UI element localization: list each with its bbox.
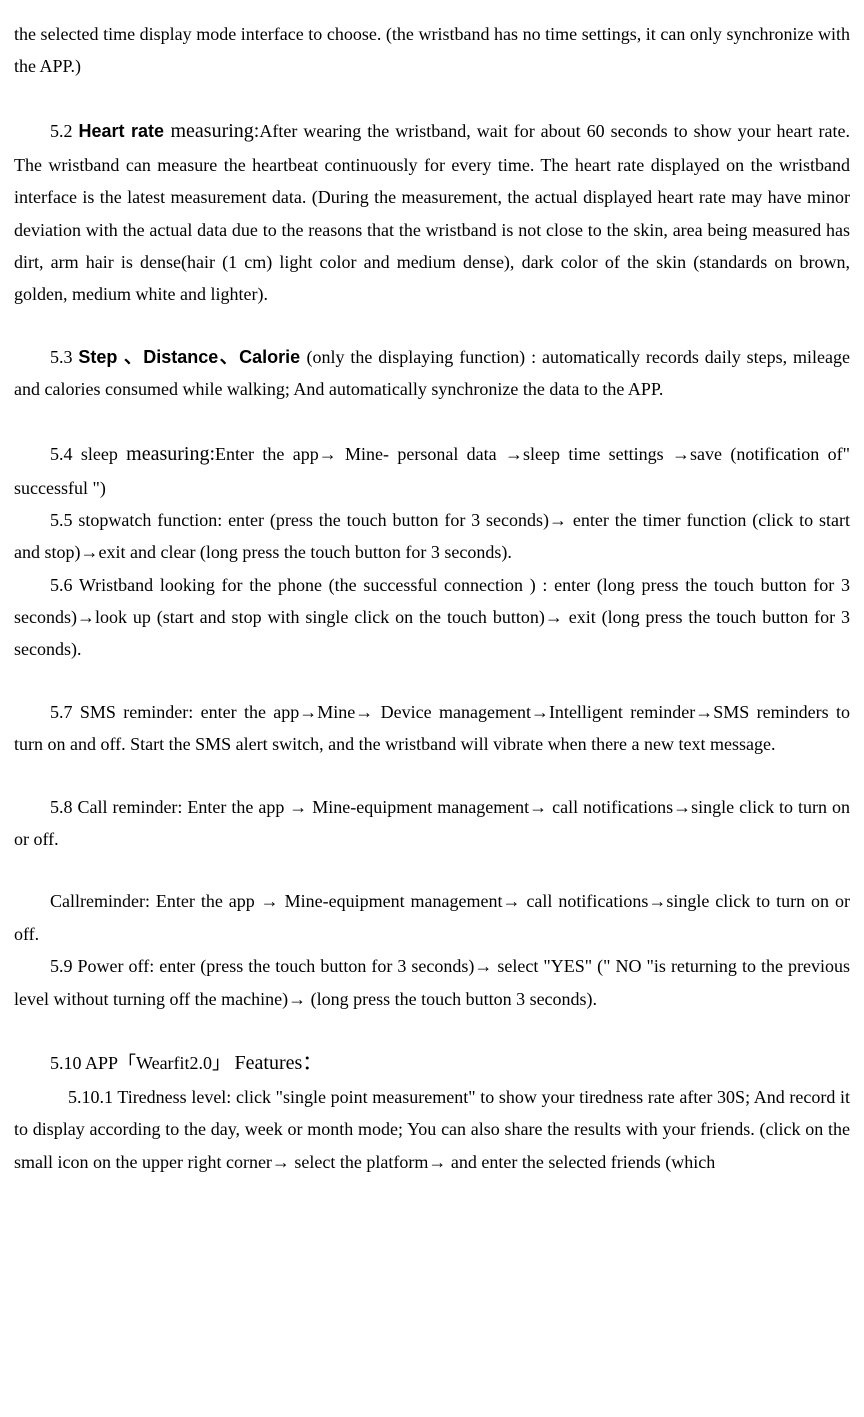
section-5-10-word: Features： <box>235 1052 323 1074</box>
section-5-6: 5.6 Wristband looking for the phone (the… <box>14 569 850 666</box>
section-5-3-bold: Step 、Distance、Calorie <box>78 347 306 367</box>
section-5-2: 5.2 Heart rate measuring:After wearing t… <box>14 113 850 311</box>
section-5-2-bold: Heart rate <box>78 121 170 141</box>
section-5-8b: Callreminder: Enter the app → Mine-equip… <box>14 885 850 950</box>
section-5-4-num: 5.4 sleep <box>50 444 126 464</box>
section-5-7: 5.7 SMS reminder: enter the app→Mine→ De… <box>14 696 850 761</box>
section-5-2-num: 5.2 <box>50 121 78 141</box>
section-5-3-num: 5.3 <box>50 347 78 367</box>
section-5-2-body: After wearing the wristband, wait for ab… <box>14 121 850 305</box>
section-5-4-word: measuring: <box>126 443 215 465</box>
section-5-10-1: 5.10.1 Tiredness level: click "single po… <box>14 1081 850 1178</box>
section-5-4: 5.4 sleep measuring:Enter the app→ Mine-… <box>14 436 850 504</box>
section-5-9: 5.9 Power off: enter (press the touch bu… <box>14 950 850 1015</box>
section-5-10-title: 5.10 APP「Wearfit2.0」 Features： <box>14 1045 850 1081</box>
section-5-5: 5.5 stopwatch function: enter (press the… <box>14 504 850 569</box>
section-5-10-num: 5.10 APP「Wearfit2.0」 <box>50 1053 235 1073</box>
section-5-8: 5.8 Call reminder: Enter the app → Mine-… <box>14 791 850 856</box>
intro-paragraph: the selected time display mode interface… <box>14 18 850 83</box>
section-5-2-word: measuring: <box>171 120 260 142</box>
section-5-3: 5.3 Step 、Distance、Calorie (only the dis… <box>14 341 850 406</box>
